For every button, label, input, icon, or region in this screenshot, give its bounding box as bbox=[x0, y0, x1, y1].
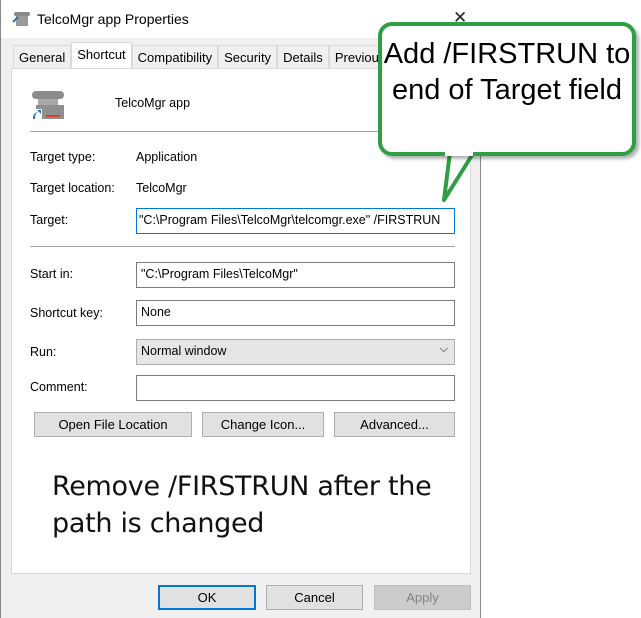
target-location-label: Target location: bbox=[30, 181, 115, 195]
target-type-value: Application bbox=[136, 150, 198, 164]
phone-app-icon bbox=[12, 12, 30, 26]
callout-tail-join bbox=[445, 148, 473, 156]
comment-label: Comment: bbox=[30, 380, 88, 394]
tab-details[interactable]: Details bbox=[277, 45, 329, 69]
shortcut-key-label: Shortcut key: bbox=[30, 306, 103, 320]
ok-button[interactable]: OK bbox=[158, 585, 256, 610]
run-value: Normal window bbox=[141, 344, 227, 358]
callout-bubble: Add /FIRSTRUN to end of Target field bbox=[378, 22, 636, 156]
run-label: Run: bbox=[30, 345, 57, 359]
change-icon-button[interactable]: Change Icon... bbox=[202, 412, 324, 437]
apply-button: Apply bbox=[374, 585, 471, 610]
app-icon bbox=[30, 91, 64, 121]
run-select[interactable]: Normal window ⌵ bbox=[136, 339, 455, 365]
callout-text: Add /FIRSTRUN to end of Target field bbox=[383, 38, 631, 106]
start-in-label: Start in: bbox=[30, 267, 74, 281]
divider bbox=[30, 246, 455, 247]
target-type-label: Target type: bbox=[30, 150, 96, 164]
advanced-button[interactable]: Advanced... bbox=[334, 412, 455, 437]
app-name: TelcoMgr app bbox=[115, 96, 191, 110]
tab-bar: General Shortcut Compatibility Security … bbox=[13, 42, 399, 69]
tab-general[interactable]: General bbox=[13, 45, 72, 69]
chevron-down-icon: ⌵ bbox=[439, 343, 448, 355]
tab-security[interactable]: Security bbox=[218, 45, 278, 69]
instruction-note: Remove /FIRSTRUN after the path is chang… bbox=[52, 471, 432, 539]
target-label: Target: bbox=[30, 213, 69, 227]
comment-input[interactable] bbox=[136, 375, 455, 401]
start-in-input[interactable]: "C:\Program Files\TelcoMgr" bbox=[136, 262, 455, 288]
shortcut-key-input[interactable]: None bbox=[136, 300, 455, 326]
tab-compatibility[interactable]: Compatibility bbox=[131, 45, 219, 69]
cancel-button[interactable]: Cancel bbox=[266, 585, 363, 610]
target-location-value: TelcoMgr bbox=[136, 181, 187, 195]
window-title: TelcoMgr app Properties bbox=[37, 11, 189, 27]
tab-shortcut[interactable]: Shortcut bbox=[71, 42, 132, 69]
target-input[interactable]: "C:\Program Files\TelcoMgr\telcomgr.exe"… bbox=[136, 208, 455, 234]
open-file-location-button[interactable]: Open File Location bbox=[34, 412, 192, 437]
